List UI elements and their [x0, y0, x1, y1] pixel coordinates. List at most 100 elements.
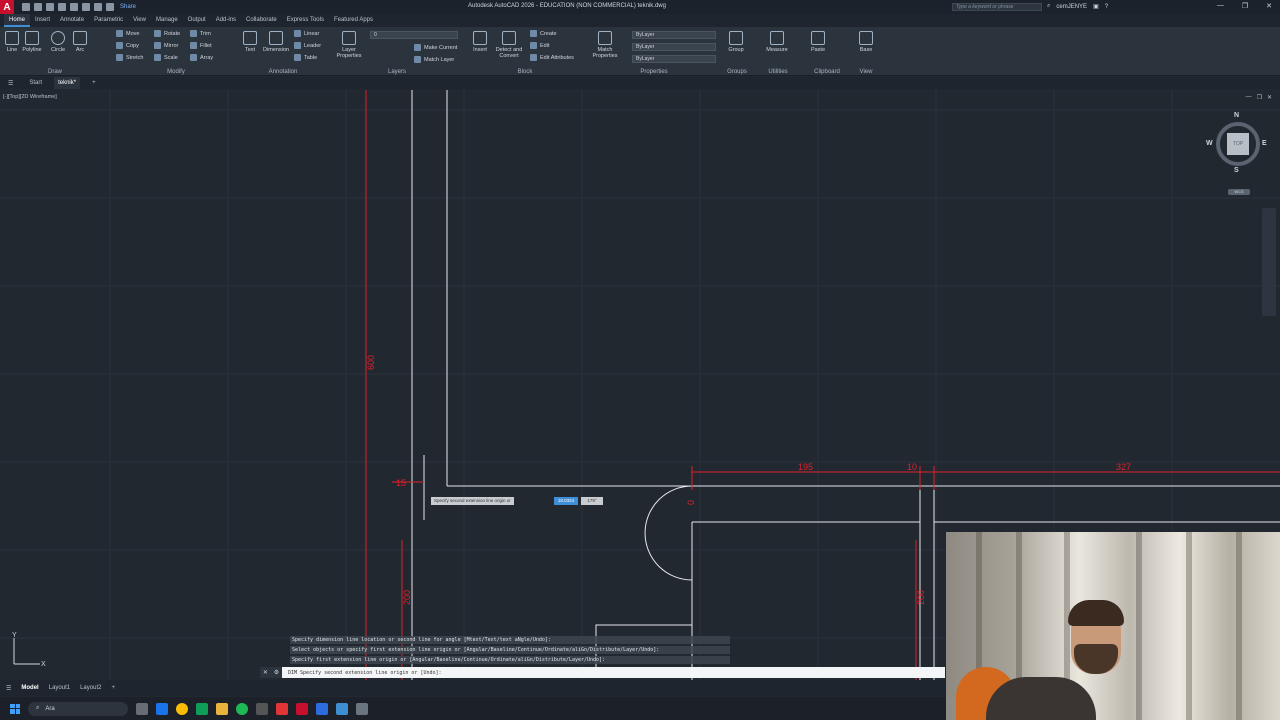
windows-start-icon[interactable]	[10, 703, 20, 714]
insert-tool[interactable]: Insert	[468, 31, 492, 53]
undo-icon[interactable]	[94, 3, 102, 11]
compass-south[interactable]: S	[1234, 167, 1239, 174]
edit-attributes-tool[interactable]: Edit Attributes	[530, 54, 574, 61]
base-tool[interactable]: Base	[854, 31, 878, 53]
tab-add-ins[interactable]: Add-ins	[211, 14, 241, 27]
linetype-dropdown[interactable]: ByLayer	[632, 43, 716, 51]
arc-tool[interactable]: Arc	[68, 31, 92, 53]
polyline-tool[interactable]: Polyline	[20, 31, 44, 53]
layout-menu-icon[interactable]: ☰	[6, 685, 11, 692]
scale-tool[interactable]: Scale	[154, 54, 178, 61]
layer-properties-tool[interactable]: Layer Properties	[334, 31, 364, 59]
tab-featured-apps[interactable]: Featured Apps	[329, 14, 378, 27]
tab-layout2[interactable]: Layout2	[80, 685, 101, 691]
app-icon[interactable]	[356, 702, 368, 715]
tab-express-tools[interactable]: Express Tools	[282, 14, 329, 27]
groups-panel-label[interactable]: Groups	[722, 69, 752, 75]
new-icon[interactable]	[22, 3, 30, 11]
tab-view[interactable]: View	[128, 14, 151, 27]
tab-teknik[interactable]: teknik*	[54, 77, 81, 89]
annotation-panel-label[interactable]: Annotation	[238, 69, 328, 75]
help-icon[interactable]: ?	[1105, 4, 1108, 10]
detect-convert-tool[interactable]: Detect and Convert	[492, 31, 526, 59]
leader-tool[interactable]: Leader	[294, 42, 321, 49]
copy-tool[interactable]: Copy	[116, 42, 139, 49]
new-tab-icon[interactable]: +	[88, 80, 100, 86]
group-tool[interactable]: Group	[724, 31, 748, 53]
tab-output[interactable]: Output	[183, 14, 211, 27]
properties-panel-label[interactable]: Properties	[588, 69, 720, 75]
create-block-tool[interactable]: Create	[530, 30, 557, 37]
block-panel-label[interactable]: Block	[466, 69, 584, 75]
compass-west[interactable]: W	[1206, 140, 1213, 147]
edge-dev-icon[interactable]	[196, 702, 208, 715]
app-icon[interactable]	[336, 702, 348, 715]
search-input[interactable]: Type a keyword or phrase	[952, 3, 1042, 11]
tab-home[interactable]: Home	[4, 14, 31, 27]
minimize-icon[interactable]: —	[1217, 2, 1224, 10]
make-current-tool[interactable]: Make Current	[414, 44, 457, 51]
view-panel-label[interactable]: View	[852, 69, 880, 75]
modify-panel-label[interactable]: Modify	[112, 69, 240, 75]
menu-icon[interactable]: ☰	[4, 80, 17, 87]
tab-manage[interactable]: Manage	[151, 14, 183, 27]
match-layer-tool[interactable]: Match Layer	[414, 56, 454, 63]
autocad-taskbar-icon[interactable]	[296, 702, 308, 715]
tab-model[interactable]: Model	[21, 685, 38, 691]
tab-annotate[interactable]: Annotate	[55, 14, 89, 27]
search-icon[interactable]: ⌕	[1047, 3, 1050, 10]
opera-icon[interactable]	[276, 702, 288, 715]
tab-collaborate[interactable]: Collaborate	[241, 14, 282, 27]
viewcube[interactable]: TOP N S E W	[1206, 112, 1268, 174]
dynamic-input-distance[interactable]: 18.0324	[554, 497, 578, 505]
web-mobile-icon[interactable]	[70, 3, 78, 11]
save-as-icon[interactable]	[58, 3, 66, 11]
command-input[interactable]: DIM Specify second extension line origin…	[282, 670, 442, 676]
rotate-tool[interactable]: Rotate	[154, 30, 180, 37]
draw-panel-label[interactable]: Draw	[0, 69, 110, 75]
viewcube-top-face[interactable]: TOP	[1227, 133, 1249, 155]
chrome-icon[interactable]	[176, 702, 188, 715]
command-line[interactable]: ✕ ⚙ DIM Specify second extension line or…	[260, 667, 945, 678]
move-tool[interactable]: Move	[116, 30, 139, 37]
text-tool[interactable]: Text	[238, 31, 262, 53]
clipboard-panel-label[interactable]: Clipboard	[804, 69, 850, 75]
close-icon[interactable]: ✕	[1266, 2, 1272, 10]
tab-parametric[interactable]: Parametric	[89, 14, 128, 27]
navigation-bar[interactable]	[1262, 208, 1276, 316]
linear-dim-tool[interactable]: Linear	[294, 30, 319, 37]
file-explorer-icon[interactable]	[216, 702, 228, 715]
save-icon[interactable]	[46, 3, 54, 11]
fillet-tool[interactable]: Fillet	[190, 42, 212, 49]
plot-icon[interactable]	[82, 3, 90, 11]
layers-panel-label[interactable]: Layers	[332, 69, 462, 75]
compass-north[interactable]: N	[1234, 112, 1239, 119]
dimension-tool[interactable]: Dimension	[262, 31, 290, 53]
circle-tool[interactable]: Circle	[46, 31, 70, 53]
table-tool[interactable]: Table	[294, 54, 317, 61]
measure-tool[interactable]: Measure	[762, 31, 792, 53]
edge-icon[interactable]	[156, 702, 168, 715]
obs-icon[interactable]	[256, 702, 268, 715]
mirror-tool[interactable]: Mirror	[154, 42, 178, 49]
task-view-icon[interactable]	[136, 702, 148, 715]
share-button[interactable]: Share	[120, 4, 136, 10]
tab-start[interactable]: Start	[25, 80, 46, 86]
open-icon[interactable]	[34, 3, 42, 11]
redo-icon[interactable]	[106, 3, 114, 11]
current-layer-dropdown[interactable]: 0	[370, 31, 458, 39]
user-name[interactable]: cemJENYE	[1056, 4, 1087, 10]
trim-tool[interactable]: Trim	[190, 30, 211, 37]
array-tool[interactable]: Array	[190, 54, 213, 61]
stretch-tool[interactable]: Stretch	[116, 54, 143, 61]
tab-layout1[interactable]: Layout1	[49, 685, 70, 691]
dynamic-input-angle[interactable]: 179°	[581, 497, 603, 505]
restore-icon[interactable]: ❐	[1242, 2, 1248, 10]
cart-icon[interactable]: ▣	[1093, 3, 1099, 10]
paste-tool[interactable]: Paste	[806, 31, 830, 53]
edit-block-tool[interactable]: Edit	[530, 42, 549, 49]
vscode-icon[interactable]	[316, 702, 328, 715]
tab-insert[interactable]: Insert	[30, 14, 55, 27]
taskbar-search[interactable]: ⌕ Ara	[28, 701, 128, 716]
autocad-logo-icon[interactable]: A	[0, 0, 14, 14]
